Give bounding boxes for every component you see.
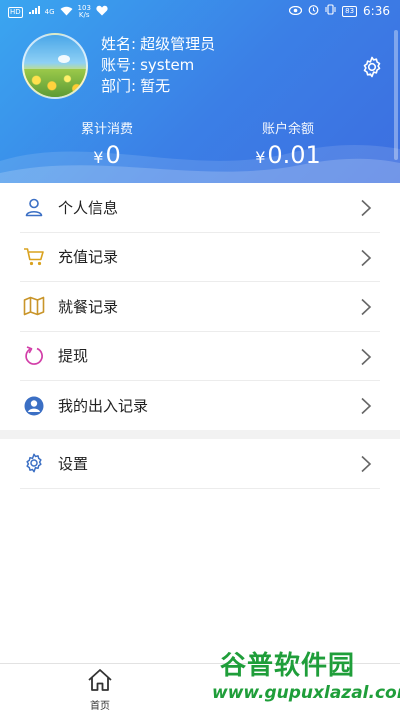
clock: 6:36	[363, 4, 390, 18]
cart-icon	[22, 245, 46, 269]
network-speed: 103 K/s	[77, 4, 91, 19]
menu-item-label: 就餐记录	[58, 297, 119, 316]
battery-indicator: 83	[342, 5, 358, 17]
nav-home-tab[interactable]: 首页	[80, 668, 120, 711]
menu-item-label: 我的出入记录	[58, 397, 149, 416]
chevron-right-icon	[361, 455, 372, 473]
map-icon	[22, 294, 46, 318]
menu-item-personal-info[interactable]: 个人信息	[20, 183, 380, 233]
name-label: 姓名:	[101, 35, 137, 53]
total-spent-value: 0	[105, 141, 121, 169]
vibrate-icon	[325, 4, 336, 18]
nav-home-label: 首页	[90, 701, 110, 711]
menu-item-label: 提现	[58, 347, 89, 366]
department-row: 部门: 暂无	[101, 76, 215, 97]
profile-header: HD 4G 103 K/s 83 6:36 姓名: 超级管理员 账号: syst…	[0, 0, 400, 183]
name-value: 超级管理员	[140, 35, 216, 53]
scrollbar[interactable]	[394, 30, 398, 160]
menu-item-label: 充值记录	[58, 248, 119, 267]
menu-item-withdraw[interactable]: 提现	[20, 332, 380, 381]
signal-type: 4G	[44, 8, 55, 16]
account-value: system	[140, 56, 195, 74]
menu-item-recharge-records[interactable]: 充值记录	[20, 233, 380, 282]
profile-info: 姓名: 超级管理员 账号: system 部门: 暂无	[101, 34, 215, 97]
section-divider	[0, 430, 400, 439]
balance-label: 账户余额	[261, 122, 314, 137]
gear-icon	[22, 451, 46, 475]
alarm-icon	[308, 4, 319, 18]
balance-value: 0.01	[267, 141, 321, 169]
person-icon	[22, 195, 46, 219]
department-label: 部门:	[101, 77, 137, 95]
menu-item-access-records[interactable]: 我的出入记录	[20, 381, 380, 431]
health-icon	[96, 5, 108, 19]
site-watermark: 谷普软件园 www.gupuxlazal.com	[212, 645, 400, 711]
menu-item-label: 个人信息	[58, 198, 119, 217]
currency-symbol: ¥	[255, 148, 266, 167]
refresh-icon	[22, 344, 46, 368]
chevron-right-icon	[361, 397, 372, 415]
chevron-right-icon	[361, 249, 372, 266]
network-badge: HD	[8, 6, 23, 18]
chevron-right-icon	[361, 298, 372, 316]
account-row: 账号: system	[101, 55, 215, 76]
name-row: 姓名: 超级管理员	[101, 34, 215, 55]
balance-stat[interactable]: 账户余额 ¥0.01	[188, 118, 388, 172]
chevron-right-icon	[361, 199, 372, 217]
menu-item-settings[interactable]: 设置	[20, 439, 380, 489]
department-value: 暂无	[140, 77, 171, 95]
gear-icon	[363, 56, 381, 78]
menu-list: 个人信息 充值记录 就餐记录 提现 我的出入记录	[0, 183, 400, 431]
total-spent-stat[interactable]: 累计消费 ¥0	[7, 118, 207, 172]
user-circle-icon	[22, 394, 46, 418]
account-label: 账号:	[101, 56, 137, 74]
watermark-url: www.gupuxlazal.com	[212, 683, 400, 703]
watermark-title: 谷普软件园	[220, 651, 356, 681]
header-settings-button[interactable]	[360, 55, 384, 79]
settings-list: 设置	[0, 439, 400, 489]
signal-icon	[28, 6, 40, 18]
total-spent-label: 累计消费	[80, 122, 133, 137]
currency-symbol: ¥	[93, 148, 104, 167]
home-icon	[88, 669, 112, 691]
chevron-right-icon	[361, 348, 372, 365]
wifi-icon	[60, 6, 73, 19]
menu-item-dining-records[interactable]: 就餐记录	[20, 282, 380, 332]
eye-icon	[289, 5, 303, 18]
status-bar: HD 4G 103 K/s 83 6:36	[0, 0, 400, 26]
menu-item-label: 设置	[58, 454, 89, 473]
avatar[interactable]	[22, 33, 88, 99]
